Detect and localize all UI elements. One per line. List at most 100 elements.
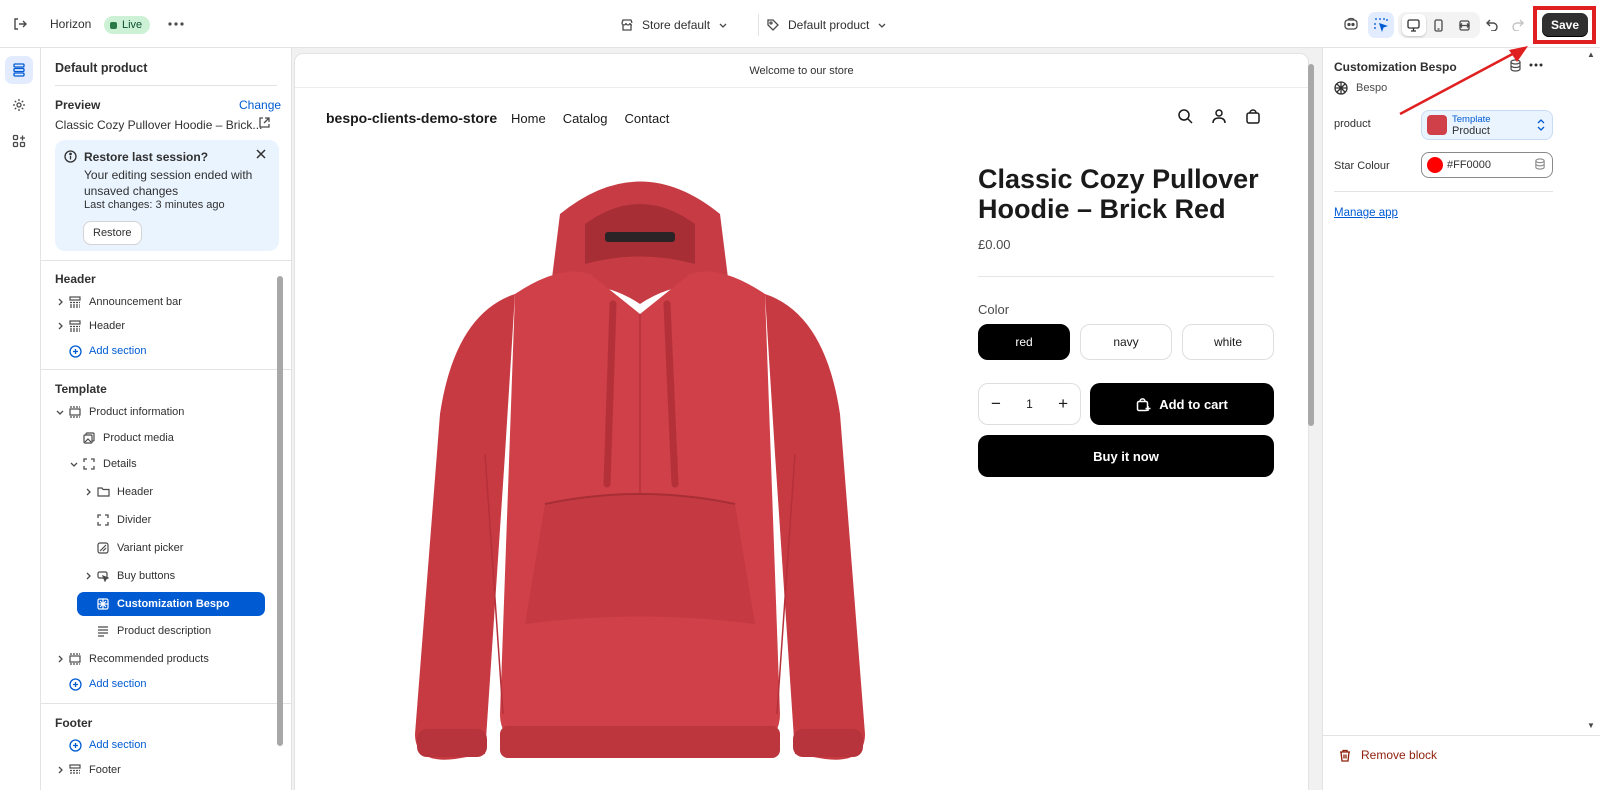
annotation-highlight-box (1533, 6, 1596, 44)
product-title: Classic Cozy Pullover Hoodie – Brick Red (978, 164, 1259, 224)
group-block-icon (81, 456, 97, 472)
change-preview-link[interactable]: Change (239, 98, 281, 112)
external-link-icon[interactable] (259, 117, 270, 131)
undo-icon[interactable] (1482, 14, 1502, 34)
chevron-right-icon[interactable] (53, 322, 67, 330)
close-icon[interactable] (255, 148, 267, 163)
quantity-value[interactable]: 1 (1026, 397, 1033, 411)
scrollbar-thumb[interactable] (1308, 64, 1314, 426)
chevron-right-icon[interactable] (53, 766, 67, 774)
nav-catalog[interactable]: Catalog (563, 111, 608, 126)
store-logo-text[interactable]: bespo-clients-demo-store (326, 110, 497, 126)
nav-contact[interactable]: Contact (625, 111, 670, 126)
folder-icon (95, 484, 111, 500)
add-to-cart-button[interactable]: Add to cart (1090, 383, 1274, 425)
section-header[interactable]: Header (53, 316, 125, 336)
remove-block-button[interactable]: Remove block (1339, 748, 1437, 762)
more-actions-icon[interactable] (166, 14, 186, 34)
chevron-right-icon[interactable] (81, 488, 95, 496)
increase-quantity-button[interactable]: + (1058, 394, 1068, 414)
live-badge: Live (104, 16, 151, 34)
exit-icon[interactable] (10, 14, 30, 34)
sidekick-icon[interactable] (1341, 14, 1361, 34)
add-section-template[interactable]: Add section (67, 674, 146, 694)
sections-button[interactable] (5, 56, 33, 84)
product-thumbnail (1427, 115, 1447, 135)
add-to-cart-label: Add to cart (1159, 396, 1228, 412)
store-selector[interactable]: Store default (620, 15, 728, 35)
chevron-down-icon[interactable] (53, 408, 67, 416)
block-customization-bespo[interactable]: Customization Bespo (95, 594, 229, 614)
cart-icon[interactable] (1245, 108, 1261, 127)
panel-scrollbar[interactable]: ▲ ▼ (1587, 50, 1595, 730)
decrease-quantity-button[interactable]: − (991, 394, 1001, 414)
nav-home[interactable]: Home (511, 111, 546, 126)
add-section-footer[interactable]: Add section (67, 735, 146, 755)
sidebar-scrollbar[interactable] (277, 262, 283, 790)
scroll-up-icon[interactable]: ▲ (1587, 50, 1595, 59)
app-source: Bespo (1334, 81, 1387, 95)
button-click-icon (95, 568, 111, 584)
store-selector-label: Store default (642, 18, 711, 32)
chevron-right-icon[interactable] (53, 655, 67, 663)
apps-icon (12, 134, 26, 148)
trash-icon (1340, 749, 1350, 762)
product-resource-picker[interactable]: Template Product (1421, 110, 1553, 140)
restore-button[interactable]: Restore (84, 222, 141, 244)
scrollbar-thumb[interactable] (277, 276, 283, 746)
color-option-white[interactable]: white (1182, 324, 1274, 360)
section-announcement-bar[interactable]: Announcement bar (53, 292, 182, 312)
database-icon[interactable] (1509, 59, 1522, 75)
divider (41, 703, 291, 704)
color-swatch[interactable] (1427, 157, 1443, 173)
account-icon[interactable] (1211, 108, 1227, 127)
color-hex-value[interactable]: #FF0000 (1447, 159, 1491, 171)
database-icon[interactable] (1534, 158, 1546, 173)
desktop-view-button[interactable] (1401, 14, 1426, 36)
add-section-label: Add section (89, 678, 147, 690)
color-variant-picker: red navy white (978, 324, 1274, 360)
add-section-header[interactable]: Add section (67, 341, 146, 361)
manage-app-link[interactable]: Manage app (1334, 207, 1398, 219)
section-footer[interactable]: Footer (53, 760, 121, 780)
block-header[interactable]: Header (81, 482, 153, 502)
block-details[interactable]: Details (67, 454, 137, 474)
block-product-description[interactable]: Product description (95, 621, 211, 641)
announcement-bar[interactable]: Welcome to our store (295, 54, 1308, 88)
theme-settings-button[interactable] (5, 91, 33, 119)
section-product-information[interactable]: Product information (53, 402, 184, 422)
chevron-down-icon[interactable] (67, 460, 81, 468)
chevron-right-icon[interactable] (53, 298, 67, 306)
section-recommended-products[interactable]: Recommended products (53, 649, 209, 669)
mobile-view-button[interactable] (1427, 14, 1451, 36)
color-option-navy[interactable]: navy (1080, 324, 1172, 360)
preview-scrollbar[interactable] (1308, 58, 1314, 790)
fullwidth-view-button[interactable] (1452, 14, 1476, 36)
more-actions-icon[interactable] (1529, 58, 1543, 75)
block-label: Details (103, 458, 137, 470)
mobile-icon (1434, 18, 1444, 32)
add-section-label: Add section (89, 345, 147, 357)
apps-button[interactable] (5, 127, 33, 155)
block-product-media[interactable]: Product media (81, 428, 174, 448)
search-icon[interactable] (1177, 108, 1193, 127)
section-label: Product information (89, 406, 185, 418)
sections-icon (13, 63, 25, 77)
color-option-red[interactable]: red (978, 324, 1070, 360)
block-variant-picker[interactable]: Variant picker (95, 538, 183, 558)
product-image[interactable] (385, 154, 895, 790)
block-label: Product description (117, 625, 212, 637)
divider (41, 369, 291, 370)
scroll-down-icon[interactable]: ▼ (1587, 721, 1595, 730)
chevron-right-icon[interactable] (81, 572, 95, 580)
buy-now-button[interactable]: Buy it now (978, 435, 1274, 477)
redo-icon[interactable] (1508, 14, 1528, 34)
star-colour-field[interactable]: #FF0000 (1421, 152, 1553, 178)
plus-circle-icon (67, 676, 83, 692)
storefront-preview: Welcome to our store bespo-clients-demo-… (292, 48, 1322, 790)
template-selector[interactable]: Default product (766, 15, 887, 35)
picker-type: Template (1452, 114, 1491, 125)
block-divider[interactable]: Divider (95, 510, 151, 530)
block-buy-buttons[interactable]: Buy buttons (81, 566, 175, 586)
inspector-toggle[interactable] (1368, 12, 1394, 38)
